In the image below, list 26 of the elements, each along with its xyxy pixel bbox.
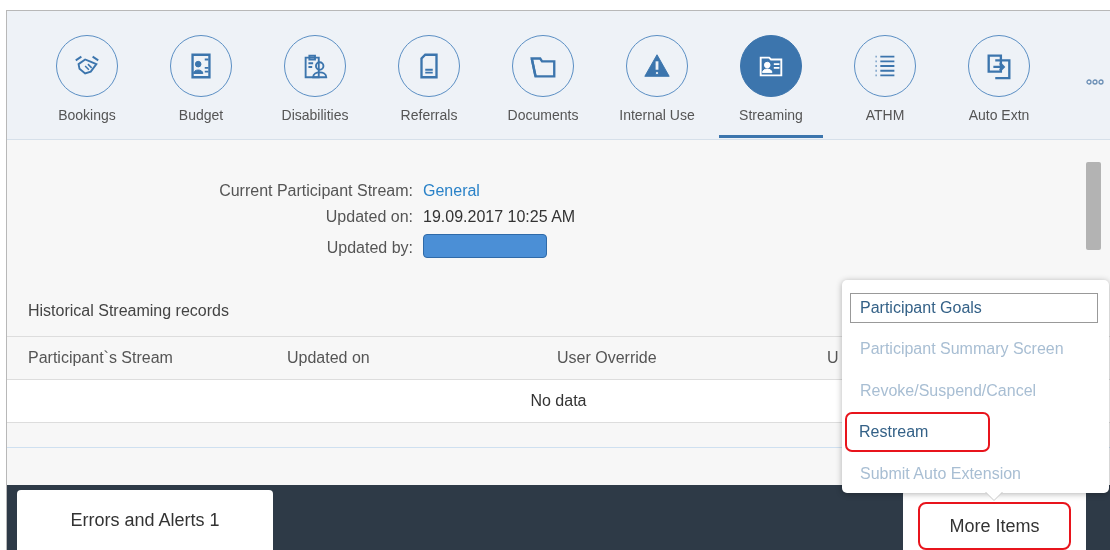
tab[interactable]: Bookings — [30, 11, 144, 139]
tab[interactable]: Streaming — [714, 11, 828, 139]
tab[interactable]: Referrals — [372, 11, 486, 139]
column-header: User Override — [557, 349, 657, 367]
empty-message: No data — [530, 392, 587, 410]
tab[interactable]: Budget — [144, 11, 258, 139]
field-label: Current Participant Stream: — [218, 182, 413, 200]
tab[interactable]: Disabilities — [258, 11, 372, 139]
column-header: Participant`s Stream — [28, 349, 173, 367]
scrollbar-thumb[interactable] — [1086, 162, 1101, 250]
tab[interactable]: Internal Use — [600, 11, 714, 139]
more-items-button[interactable]: More Items — [918, 502, 1071, 550]
tab[interactable]: Documents — [486, 11, 600, 139]
menu-item[interactable]: Restream — [845, 412, 990, 453]
field-value: 19.09.2017 10:25 AM — [423, 208, 577, 226]
section-title: Historical Streaming records — [28, 302, 229, 321]
tab[interactable]: Auto Extn — [942, 11, 1056, 139]
errors-button[interactable]: Errors and Alerts 1 — [17, 490, 273, 550]
stream-link[interactable]: General — [423, 182, 1110, 200]
field-label: Updated by: — [325, 239, 413, 257]
overflow-icon[interactable] — [1086, 79, 1104, 85]
field-label: Updated on: — [324, 208, 413, 226]
tab[interactable]: ATHM — [828, 11, 942, 139]
column-header: Updated on — [287, 349, 370, 367]
menu-item[interactable]: Participant Goals — [850, 292, 1098, 323]
column-header: U — [827, 349, 839, 367]
